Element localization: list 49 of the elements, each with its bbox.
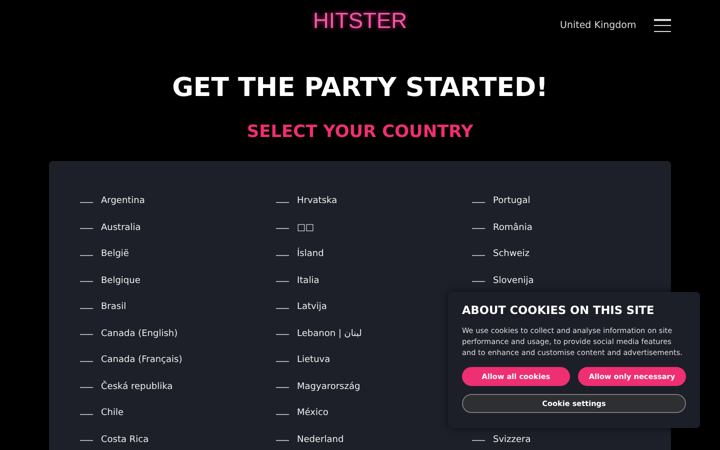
dash-icon bbox=[276, 440, 289, 441]
country-link[interactable]: Česká republika bbox=[101, 380, 173, 394]
country-link[interactable]: México bbox=[297, 407, 328, 421]
country-link[interactable]: Portugal bbox=[493, 195, 530, 209]
country-link[interactable]: Lietuva bbox=[297, 354, 330, 368]
country-link[interactable]: Latvija bbox=[297, 301, 327, 315]
country-link[interactable]: Canada (English) bbox=[101, 328, 178, 342]
country-link[interactable]: Slovenija bbox=[493, 274, 534, 288]
dash-icon bbox=[276, 254, 289, 256]
dash-icon bbox=[276, 228, 289, 229]
country-link[interactable]: Canada (Français) bbox=[101, 354, 182, 368]
country-link[interactable]: Costa Rica bbox=[101, 434, 149, 448]
dash-icon bbox=[472, 254, 485, 256]
country-link[interactable]: Argentina bbox=[101, 195, 145, 209]
country-link[interactable]: Magyarország bbox=[297, 380, 360, 394]
country-link[interactable]: Svizzera bbox=[493, 434, 531, 448]
country-link[interactable]: Lebanon | لبنان bbox=[297, 328, 362, 342]
dash-icon bbox=[80, 440, 93, 441]
dash-icon bbox=[472, 440, 485, 441]
dash-icon bbox=[276, 334, 289, 335]
dash-icon bbox=[472, 281, 485, 282]
logo[interactable]: HITSTER bbox=[312, 8, 408, 34]
dash-icon bbox=[80, 360, 93, 362]
country-link[interactable]: România bbox=[493, 222, 532, 236]
country-link[interactable]: Hrvatska bbox=[297, 195, 338, 209]
region-link[interactable]: United Kingdom bbox=[560, 19, 636, 34]
country-link[interactable]: Brasil bbox=[101, 301, 126, 315]
country-link[interactable]: België bbox=[101, 248, 129, 262]
dash-icon bbox=[472, 228, 485, 229]
page-title: GET THE PARTY STARTED! bbox=[171, 72, 549, 104]
country-link[interactable]: Chile bbox=[101, 407, 124, 421]
dash-icon bbox=[80, 387, 93, 388]
dash-icon bbox=[276, 360, 289, 362]
dash-icon bbox=[276, 281, 289, 282]
country-link[interactable]: Belgique bbox=[101, 274, 140, 288]
page-subtitle: SELECT YOUR COUNTRY bbox=[246, 121, 474, 143]
country-link[interactable]: Italia bbox=[297, 274, 320, 288]
country-link[interactable]: Australia bbox=[101, 222, 141, 236]
cookie-title: ABOUT COOKIES ON THIS SITE bbox=[462, 304, 656, 318]
menu-icon[interactable] bbox=[654, 19, 671, 32]
dash-icon bbox=[80, 334, 93, 335]
country-link[interactable]: Schweiz bbox=[493, 248, 530, 262]
country-link[interactable]: Nederland bbox=[297, 434, 344, 448]
country-link[interactable]: □□ bbox=[297, 222, 314, 236]
dash-icon bbox=[80, 254, 93, 256]
dash-icon bbox=[276, 387, 289, 388]
dash-icon bbox=[80, 281, 93, 282]
dash-icon bbox=[80, 228, 93, 229]
country-link[interactable]: Ísland bbox=[297, 248, 324, 262]
